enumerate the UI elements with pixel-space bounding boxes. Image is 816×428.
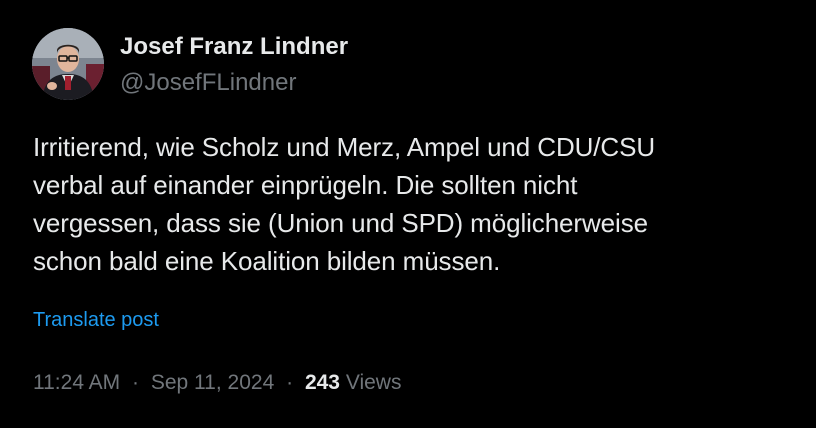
translate-post-link[interactable]: Translate post: [33, 307, 159, 333]
tweet-text-line: vergessen, dass sie (Union und SPD) mögl…: [33, 208, 648, 238]
meta-separator: ·: [286, 371, 294, 394]
avatar-image: [32, 28, 104, 100]
tweet-text-line: Irritierend, wie Scholz und Merz, Ampel …: [33, 132, 656, 162]
tweet-text-line: schon bald eine Koalition bilden müssen.: [33, 246, 501, 276]
views-label: Views: [345, 371, 402, 394]
tweet-text: Irritierend, wie Scholz und Merz, Ampel …: [33, 128, 803, 280]
views-count: 243: [304, 371, 340, 394]
avatar[interactable]: [32, 28, 104, 100]
meta-separator: ·: [132, 371, 140, 394]
tweet-meta: 11:24 AM · Sep 11, 2024 · 243 Views: [33, 369, 401, 397]
author-block: Josef Franz Lindner @JosefFLindner: [120, 33, 348, 97]
post-time[interactable]: 11:24 AM: [33, 371, 120, 394]
author-display-name[interactable]: Josef Franz Lindner: [120, 33, 348, 61]
author-handle[interactable]: @JosefFLindner: [120, 69, 348, 97]
tweet-card: Josef Franz Lindner @JosefFLindner Irrit…: [0, 0, 816, 428]
tweet-text-line: verbal auf einander einprügeln. Die soll…: [33, 170, 578, 200]
post-date[interactable]: Sep 11, 2024: [151, 371, 274, 394]
